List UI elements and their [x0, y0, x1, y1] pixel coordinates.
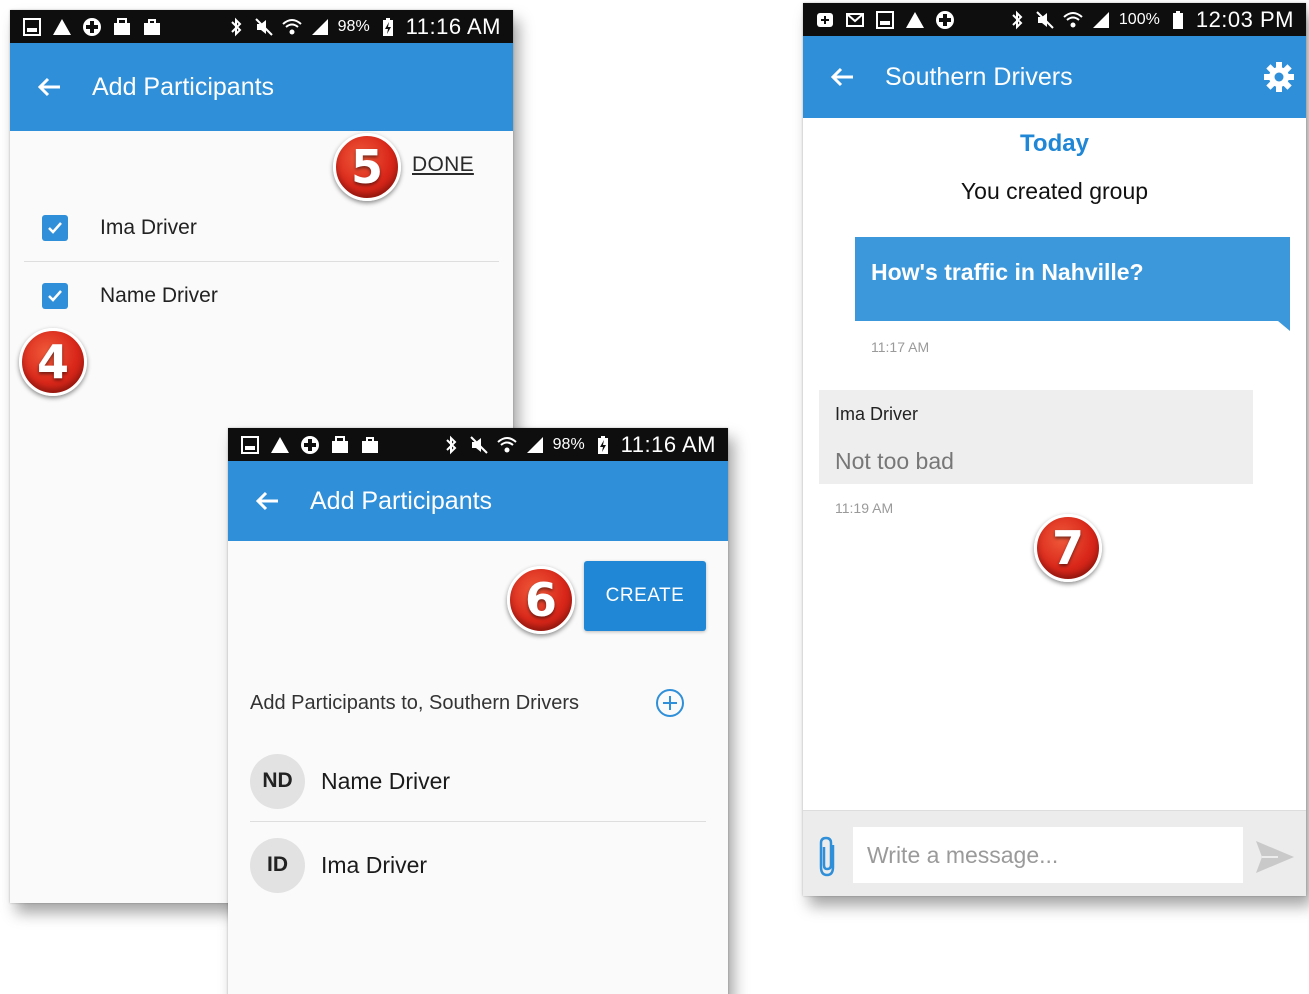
participant-row[interactable]: ND Name Driver [250, 746, 706, 816]
status-bar: 100% 12:03 PM [803, 3, 1306, 36]
divider [250, 821, 706, 822]
clipboard-icon [332, 435, 348, 453]
message-text: Not too bad [835, 448, 954, 474]
battery-percent: 98% [337, 17, 370, 35]
step-badge-6: 6 [507, 566, 575, 634]
page-title: Add Participants [310, 486, 493, 515]
bluetooth-icon [445, 435, 457, 454]
battery-charging-icon [382, 17, 393, 36]
bluetooth-icon [230, 17, 242, 36]
mute-icon [1036, 10, 1054, 29]
checkbox-checked[interactable] [42, 215, 68, 241]
battery-full-icon [1172, 10, 1183, 29]
checkmark-icon [48, 222, 62, 234]
signal-icon [311, 18, 328, 35]
send-icon[interactable] [1252, 835, 1298, 879]
wifi-icon [281, 18, 302, 34]
medical-plus-icon [83, 17, 101, 36]
briefcase-icon [144, 18, 160, 35]
section-label: Add Participants to, Southern Drivers [250, 692, 580, 714]
medical-plus-icon [301, 435, 319, 454]
page-title: Add Participants [92, 72, 275, 101]
wifi-icon [1063, 11, 1083, 27]
step-badge-5: 5 [333, 133, 401, 201]
group-title: Southern Drivers [885, 62, 1073, 91]
divider [24, 261, 499, 262]
mute-icon [469, 435, 488, 454]
back-arrow-icon[interactable] [827, 62, 857, 92]
phone-screen-group-chat: 100% 12:03 PM Southern Drivers Today You… [803, 3, 1306, 896]
screenshot-icon [876, 10, 894, 29]
battery-percent: 100% [1118, 10, 1160, 28]
message-timestamp: 11:17 AM [871, 339, 930, 355]
message-composer [803, 810, 1306, 896]
checkbox-checked[interactable] [42, 283, 68, 309]
status-bar: 98% 11:16 AM [10, 10, 513, 43]
status-time: 11:16 AM [405, 13, 501, 39]
chat-area: Today You created group How's traffic in… [803, 118, 1306, 810]
signal-icon [1092, 11, 1109, 28]
add-circle-icon[interactable] [654, 687, 686, 719]
contact-row[interactable]: Name Driver [34, 263, 499, 329]
back-arrow-icon[interactable] [34, 72, 64, 102]
battery-percent: 98% [552, 435, 585, 453]
mail-icon [846, 12, 864, 27]
wifi-icon [496, 436, 517, 452]
step-badge-4: 4 [19, 328, 87, 396]
bubble-tail [1278, 321, 1290, 331]
outgoing-message-bubble[interactable]: How's traffic in Nahville? [855, 237, 1290, 321]
warning-icon [53, 18, 71, 35]
avatar: ID [250, 837, 305, 893]
signal-icon [526, 436, 543, 453]
paperclip-icon[interactable] [813, 835, 843, 879]
avatar: ND [250, 753, 305, 809]
briefcase-icon [362, 436, 378, 453]
warning-icon [271, 436, 289, 453]
battery-charging-icon [597, 435, 608, 454]
contact-name: Ima Driver [100, 216, 197, 239]
mute-icon [254, 17, 273, 36]
bluetooth-icon [1012, 10, 1023, 29]
participant-name: Ima Driver [321, 851, 428, 878]
contact-row[interactable]: Ima Driver [34, 195, 499, 261]
gear-icon[interactable] [1262, 60, 1296, 94]
step-badge-7: 7 [1034, 514, 1102, 582]
phone-screen-create-group: 98% 11:16 AM Add Participants CREATE Add… [228, 428, 728, 994]
incoming-message-bubble[interactable]: Ima Driver Not too bad [819, 390, 1253, 484]
app-bar: Southern Drivers [803, 36, 1306, 118]
sender-name: Ima Driver [835, 404, 919, 424]
screenshot-icon [241, 435, 259, 454]
status-bar: 98% 11:16 AM [228, 428, 728, 461]
status-time: 12:03 PM [1195, 6, 1294, 32]
medical-plus-icon [936, 10, 954, 29]
checkmark-icon [48, 290, 62, 302]
add-box-icon [817, 12, 833, 27]
done-button[interactable]: DONE [412, 153, 474, 177]
app-bar: Add Participants [228, 461, 728, 541]
app-bar: Add Participants [10, 43, 513, 131]
message-input[interactable] [853, 827, 1243, 883]
warning-icon [906, 11, 924, 28]
clipboard-icon [114, 17, 130, 35]
create-button[interactable]: CREATE [584, 561, 706, 631]
system-message: You created group [960, 178, 1149, 204]
contact-name: Name Driver [100, 284, 218, 307]
participant-row[interactable]: ID Ima Driver [250, 830, 706, 900]
date-header: Today [1020, 130, 1089, 157]
screenshot-icon [23, 17, 41, 36]
message-timestamp: 11:19 AM [835, 500, 894, 516]
participant-name: Name Driver [321, 767, 451, 794]
status-time: 11:16 AM [620, 431, 716, 457]
back-arrow-icon[interactable] [252, 486, 282, 516]
